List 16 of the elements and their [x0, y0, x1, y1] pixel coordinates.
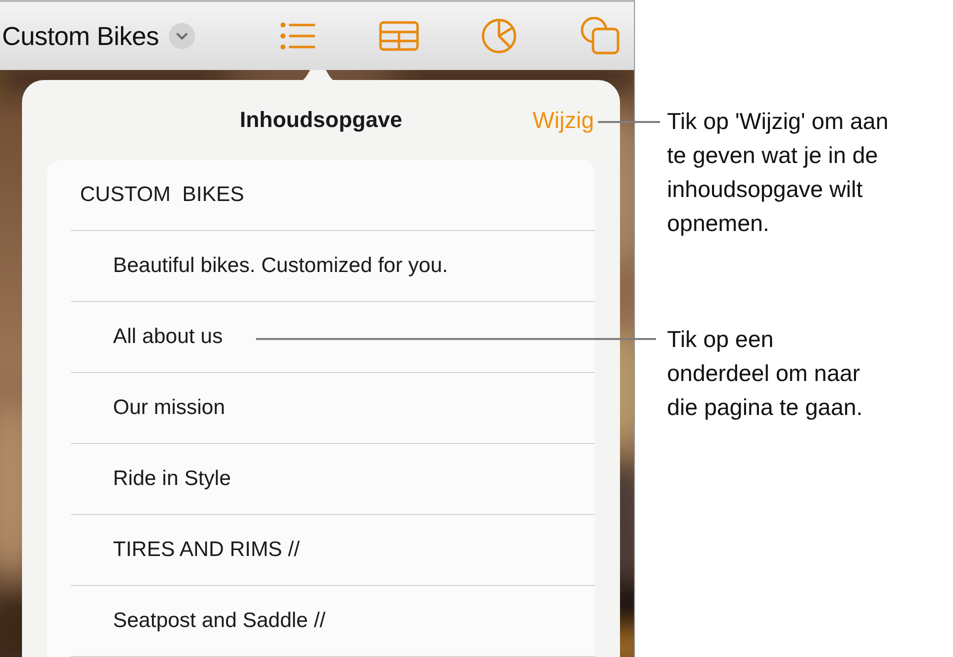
- toc-item[interactable]: Ride in Style: [71, 444, 595, 515]
- callout-text: Tik op 'Wijzig' om aan te geven wat je in de inhoudsopgave wilt opnemen.: [667, 107, 890, 238]
- toc-item[interactable]: Our mission: [71, 373, 595, 444]
- toc-item[interactable]: Seatpost and Saddle //: [71, 586, 595, 657]
- table-icon[interactable]: [378, 21, 419, 51]
- toc-item[interactable]: CUSTOM BIKES: [71, 160, 595, 231]
- callout-text: Tik op een onderdeel om naar die pagina te gaan.: [667, 325, 864, 422]
- leader-line: [598, 121, 660, 123]
- toc-item[interactable]: Beautiful bikes. Customized for you.: [71, 231, 595, 302]
- toc-item[interactable]: TIRES AND RIMS //: [71, 515, 595, 586]
- popover-title: Inhoudsopgave: [240, 107, 402, 133]
- chevron-down-icon[interactable]: [168, 23, 195, 49]
- document-title[interactable]: Custom Bikes: [2, 20, 159, 52]
- shapes-icon[interactable]: [580, 17, 620, 55]
- pie-chart-icon[interactable]: [481, 18, 518, 54]
- list-icon[interactable]: [280, 21, 316, 51]
